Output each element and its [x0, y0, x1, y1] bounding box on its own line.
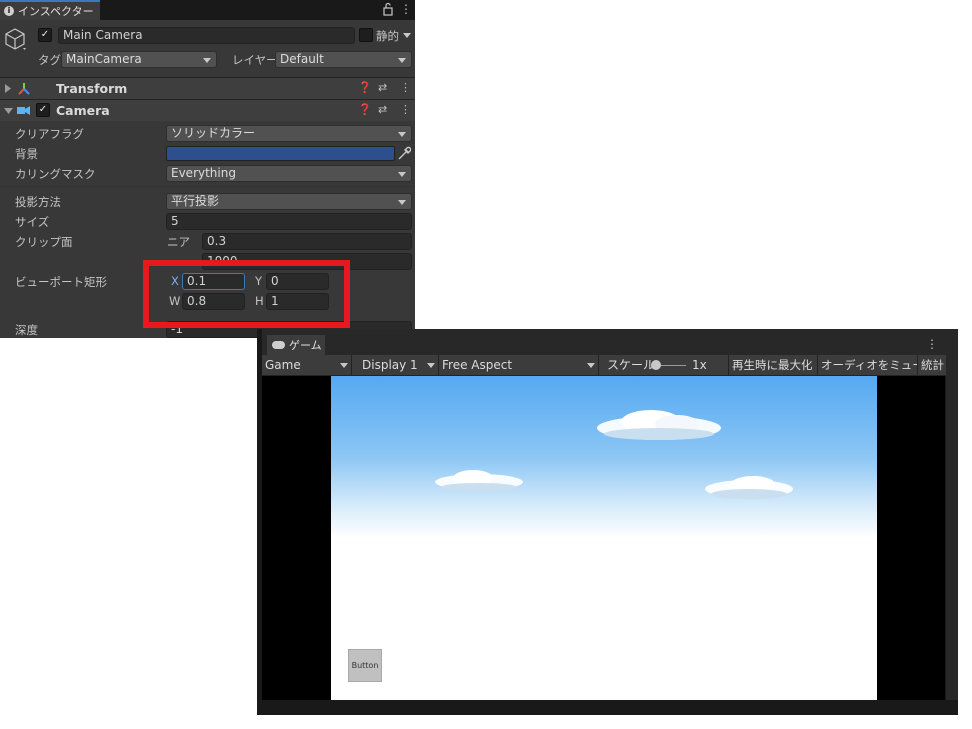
mute-audio-button[interactable]: オーディオをミュート — [818, 355, 918, 375]
camera-icon — [17, 106, 30, 115]
clipping-planes-label: クリップ面 — [15, 235, 73, 249]
divider — [0, 186, 415, 187]
tag-label: タグ — [38, 53, 61, 67]
near-field[interactable]: 0.3 — [202, 233, 412, 250]
cloud-image — [435, 470, 523, 491]
game-view-panel: ゲーム ⋮ Game Display 1 Free Aspect スケール 1x… — [257, 329, 958, 715]
presets-icon[interactable]: ⇄ — [378, 103, 387, 116]
near-label: ニア — [167, 235, 190, 249]
scale-slider-thumb[interactable] — [651, 360, 661, 370]
cloud-image — [705, 476, 793, 499]
game-tab-bar: ゲーム ⋮ — [262, 329, 958, 355]
kebab-menu-icon[interactable]: ⋮ — [400, 103, 411, 116]
kebab-menu-icon[interactable]: ⋮ — [400, 81, 411, 94]
collapsed-arrow-icon[interactable] — [4, 84, 12, 93]
highlight-annotation — [143, 260, 350, 328]
camera-enabled-checkbox[interactable]: ✓ — [36, 103, 50, 117]
scale-value: 1x — [692, 358, 707, 372]
culling-mask-dropdown[interactable]: Everything — [166, 165, 412, 182]
layer-label: レイヤー — [232, 53, 278, 67]
lock-icon[interactable] — [382, 2, 394, 16]
viewport-rect-label: ビューポート矩形 — [15, 275, 107, 289]
tab-inspector[interactable]: i インスペクター — [0, 0, 100, 20]
gamepad-icon — [272, 341, 285, 349]
help-icon[interactable]: ❓ — [358, 81, 372, 94]
size-field[interactable]: 5 — [166, 213, 412, 230]
display-dropdown[interactable]: Display 1 — [359, 355, 439, 375]
game-panel-edge — [946, 355, 958, 700]
info-icon: i — [4, 6, 14, 16]
display-mode-dropdown[interactable]: Game — [262, 355, 352, 375]
transform-header[interactable]: Transform ❓ ⇄ ⋮ — [0, 77, 415, 99]
game-toolbar: Game Display 1 Free Aspect スケール 1x 再生時に最… — [262, 355, 958, 376]
kebab-menu-icon[interactable]: ⋮ — [400, 2, 412, 16]
object-name-field[interactable]: Main Camera — [58, 27, 355, 44]
aspect-dropdown[interactable]: Free Aspect — [439, 355, 599, 375]
camera-title: Camera — [56, 103, 110, 118]
transform-axes-icon — [18, 83, 30, 95]
cloud-image — [597, 410, 721, 440]
tab-game[interactable]: ゲーム — [267, 335, 325, 355]
gameobject-cube-icon — [5, 28, 26, 50]
size-label: サイズ — [15, 215, 50, 229]
static-checkbox[interactable] — [359, 28, 373, 42]
static-dropdown-arrow-icon[interactable] — [403, 33, 411, 38]
camera-header[interactable]: ✓ Camera ❓ ⇄ ⋮ — [0, 99, 415, 121]
presets-icon[interactable]: ⇄ — [378, 81, 387, 94]
background-label: 背景 — [15, 147, 38, 161]
projection-dropdown[interactable]: 平行投影 — [166, 193, 412, 210]
transform-title: Transform — [56, 81, 128, 96]
inspector-tab-bar: i インスペクター ⋮ — [0, 0, 415, 20]
ui-button[interactable]: Button — [348, 649, 382, 682]
active-checkbox[interactable]: ✓ — [38, 28, 52, 42]
maximize-on-play-button[interactable]: 再生時に最大化 — [728, 355, 818, 375]
expanded-arrow-icon[interactable] — [4, 107, 13, 115]
tag-dropdown[interactable]: MainCamera — [61, 51, 217, 68]
culling-mask-label: カリングマスク — [15, 167, 96, 181]
clear-flags-label: クリアフラグ — [15, 127, 84, 141]
eyedropper-icon[interactable] — [397, 146, 411, 161]
camera-viewport[interactable]: Button — [331, 376, 877, 700]
clear-flags-dropdown[interactable]: ソリッドカラー — [166, 125, 412, 142]
tab-inspector-label: インスペクター — [18, 5, 94, 18]
kebab-menu-icon[interactable]: ⋮ — [926, 337, 938, 351]
scale-label: スケール — [607, 358, 656, 372]
depth-label: 深度 — [15, 323, 38, 337]
layer-dropdown[interactable]: Default — [275, 51, 412, 68]
projection-label: 投影方法 — [15, 195, 61, 209]
static-label: 静的 — [376, 29, 399, 43]
help-icon[interactable]: ❓ — [358, 103, 372, 116]
tab-game-label: ゲーム — [289, 339, 322, 352]
background-color-field[interactable] — [166, 146, 395, 161]
